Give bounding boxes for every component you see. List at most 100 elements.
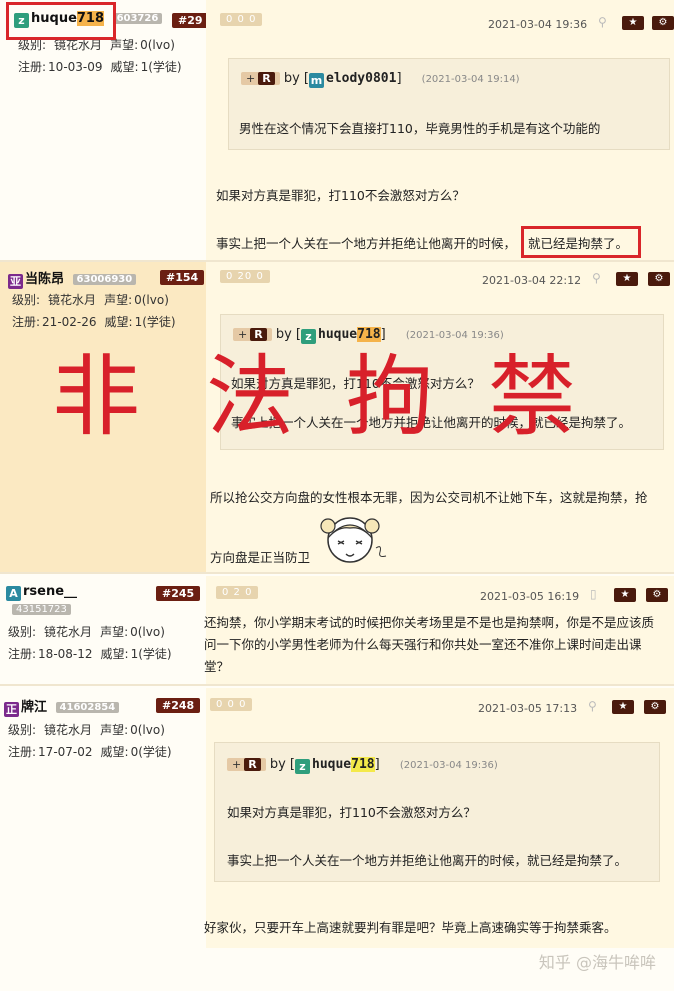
post-content: 0 0 0 2021-03-05 17:13 ⚲ ★ ⚙ + R by [z huq… (204, 688, 674, 948)
phone-icon: ▯ (590, 587, 597, 601)
rep-value: 0(lvo) (130, 723, 165, 737)
post-line-1: 如果对方真是罪犯，打110不会激怒对方么？ (216, 188, 465, 203)
username-link[interactable]: 亚当陈昂 63006930 (8, 268, 137, 289)
user-panel: 正牌江 41602854 #248 级别: 镜花水月 声望: 0(lvo) 注册: 17… (0, 688, 206, 948)
overlay-char-4: 禁 (488, 345, 577, 448)
post-date: 2021-03-05 17:13 (478, 702, 578, 715)
floor-number[interactable]: #245 (156, 586, 201, 601)
settings-button[interactable]: ⚙ (644, 700, 666, 714)
level-label: 级别: (18, 38, 47, 52)
rep-value: 0(lvo) (130, 625, 165, 639)
quote-block: + R by [z huque718] (2021-03-04 19:36) 如果对… (214, 742, 660, 882)
quote-header: + R by [z huque718] (2021-03-04 19:36) (227, 757, 498, 774)
post-line-2: 方向盘是正当防卫 (210, 550, 311, 565)
post-154: 亚当陈昂 63006930 #154 级别: 镜花水月 声望: 0(lvo) 注册: 2… (0, 262, 674, 574)
overlay-char-3: 拘 (346, 345, 435, 448)
user-id-badge: 43151723 (12, 604, 71, 615)
post-date: 2021-03-04 22:12 (482, 274, 582, 287)
prestige-label: 威望: (110, 60, 139, 74)
post-29: z huque718 603726 #29 级别: 镜花水月 声望: 0(lvo) 注册… (0, 0, 674, 262)
quote-by: by [ (283, 71, 309, 86)
quote-date: (2021-03-04 19:36) (399, 760, 498, 771)
user-avatar: 亚 (8, 274, 23, 289)
reg-label: 注册: (8, 647, 37, 661)
reg-label: 注册: (12, 315, 41, 329)
user-avatar: 正 (4, 702, 19, 717)
rep-label: 声望: (104, 293, 133, 307)
quote-avatar: m (309, 73, 324, 88)
floor-number[interactable]: #248 (156, 698, 201, 713)
level-label: 级别: (12, 293, 41, 307)
username-link[interactable]: Arsene__ (6, 584, 77, 601)
settings-button[interactable]: ⚙ (648, 272, 670, 286)
username-text: rsene__ (23, 584, 78, 599)
username-link[interactable]: 正牌江 41602854 (4, 696, 120, 717)
red-highlight-username (6, 2, 116, 40)
prestige-label: 威望: (100, 647, 129, 661)
quote-tag[interactable]: + R (241, 72, 280, 85)
overlay-char-2: 法 (206, 345, 295, 448)
star-button[interactable]: ★ (614, 588, 636, 602)
level-value: 镜花水月 (44, 723, 93, 737)
user-avatar: A (6, 586, 21, 601)
rep-label: 声望: (100, 723, 129, 737)
user-stats: 级别: 镜花水月 声望: 0(lvo) 注册: 17-07-02 威望: 0(学徒) (8, 719, 180, 763)
prestige-value: 1(学徒) (140, 60, 182, 74)
post-line-1: 所以抢公交方向盘的女性根本无罪，因为公交司机不让她下车，这就是拘禁，抢 (210, 490, 648, 505)
user-id-badge: 603726 (112, 13, 163, 24)
quote-header: + R by [m elody0801] (2021-03-04 19:14) (241, 71, 520, 88)
rating-badge[interactable]: 0 0 0 (220, 13, 263, 26)
rep-label: 声望: (100, 625, 129, 639)
quote-author[interactable]: elody0801 (326, 71, 396, 86)
level-value: 镜花水月 (44, 625, 93, 639)
post-248: 正牌江 41602854 #248 级别: 镜花水月 声望: 0(lvo) 注册: 17… (0, 688, 674, 948)
reg-value: 10-03-09 (48, 60, 103, 74)
quote-tag[interactable]: + R (227, 758, 266, 771)
user-id-badge: 41602854 (55, 702, 120, 713)
quote-block: + R by [m elody0801] (2021-03-04 19:14) 男性… (228, 58, 670, 150)
rep-value: 0(lvo) (134, 293, 169, 307)
quote-author-highlight: 718 (351, 757, 375, 772)
settings-button[interactable]: ⚙ (646, 588, 668, 602)
user-stats: 级别: 镜花水月 声望: 0(lvo) 注册: 10-03-09 威望: 1(学徒) (18, 34, 190, 78)
rating-badge[interactable]: 0 0 0 (210, 698, 253, 711)
prestige-value: 1(学徒) (130, 647, 172, 661)
level-value: 镜花水月 (48, 293, 97, 307)
quote-author[interactable]: huque (312, 757, 351, 772)
floor-number[interactable]: #29 (172, 13, 209, 28)
star-button[interactable]: ★ (616, 272, 638, 286)
reg-label: 注册: (18, 60, 47, 74)
post-content: 0 0 0 2021-03-04 19:36 ⚲ ★ ⚙ + R by [m elo… (206, 0, 674, 260)
post-content: 0 2 0 2021-03-05 16:19 ▯ ★ ⚙ 还拘禁，你小学期末考试… (204, 576, 674, 684)
username-text: 当陈昂 (25, 272, 65, 287)
quote-avatar: z (301, 329, 316, 344)
post-date: 2021-03-04 19:36 (488, 18, 588, 31)
floor-number[interactable]: #154 (160, 270, 205, 285)
android-icon: ⚲ (588, 699, 597, 713)
star-button[interactable]: ★ (622, 16, 644, 30)
rating-badge[interactable]: 0 20 0 (220, 270, 270, 283)
quote-by: by [ (269, 757, 295, 772)
quote-date: (2021-03-04 19:14) (421, 74, 520, 85)
user-stats: 级别: 镜花水月 声望: 0(lvo) 注册: 18-08-12 威望: 1(学徒) (8, 621, 180, 665)
android-icon: ⚲ (592, 271, 601, 285)
post-text: 还拘禁，你小学期末考试的时候把你关考场里是不是也是拘禁啊，你是不是应该质问一下你… (204, 615, 655, 674)
username-text: 牌江 (21, 700, 48, 715)
android-icon: ⚲ (598, 15, 607, 29)
reg-label: 注册: (8, 745, 37, 759)
settings-button[interactable]: ⚙ (652, 16, 674, 30)
rep-label: 声望: (110, 38, 139, 52)
rating-badge[interactable]: 0 2 0 (216, 586, 259, 599)
red-highlight-sentence (521, 226, 641, 258)
quote-line-1: 如果对方真是罪犯，打110不会激怒对方么？ (227, 805, 476, 820)
user-id-badge: 63006930 (72, 274, 137, 285)
prestige-label: 威望: (100, 745, 129, 759)
quote-line-2: 事实上把一个人关在一个地方并拒绝让他离开的时候，就已经是拘禁了。 (227, 853, 628, 868)
user-panel: Arsene__ 43151723 #245 级别: 镜花水月 声望: 0(lvo) … (0, 576, 206, 684)
quote-avatar: z (295, 759, 310, 774)
post-line-1: 好家伙，只要开车上高速就要判有罪是吧？毕竟上高速确实等于拘禁乘客。 (204, 920, 617, 935)
anime-girl-sticker (320, 517, 387, 563)
prestige-value: 0(学徒) (130, 745, 172, 759)
post-245: Arsene__ 43151723 #245 级别: 镜花水月 声望: 0(lvo) … (0, 576, 674, 686)
star-button[interactable]: ★ (612, 700, 634, 714)
